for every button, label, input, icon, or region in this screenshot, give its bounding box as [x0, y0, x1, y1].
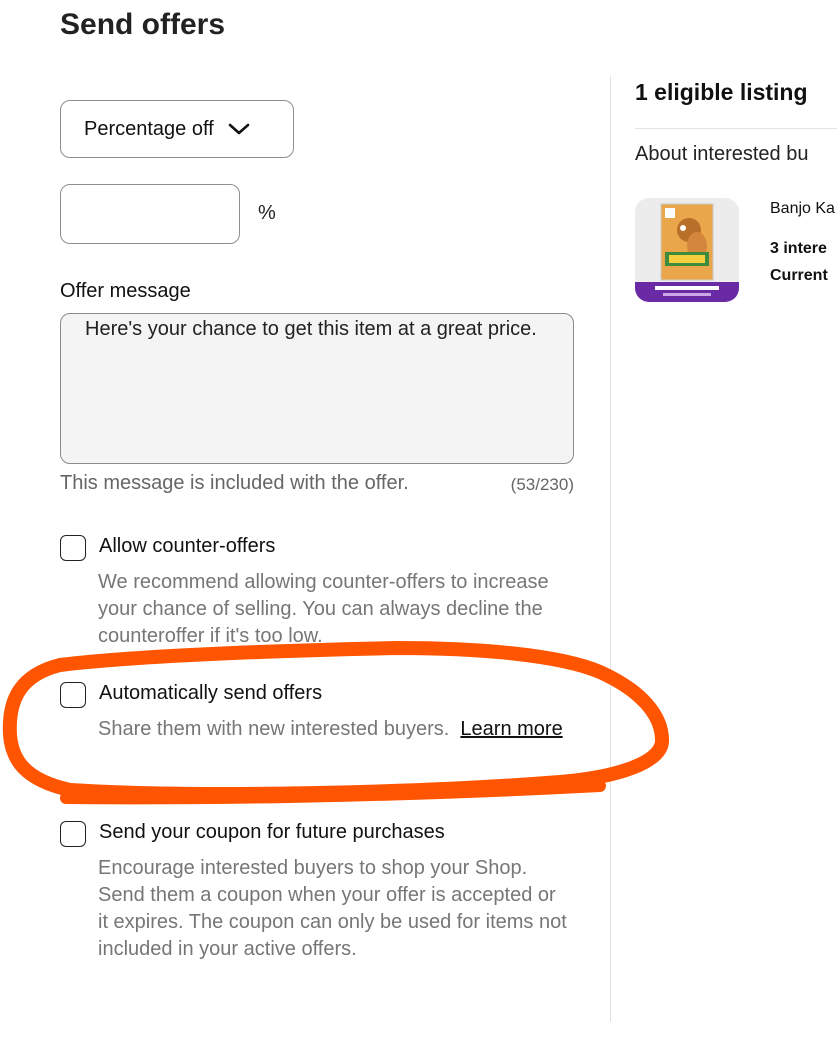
- interested-buyers-heading: About interested bu: [635, 143, 809, 165]
- coupon-checkbox[interactable]: [60, 821, 86, 847]
- percent-symbol: %: [258, 202, 276, 224]
- offer-message-label: Offer message: [60, 280, 191, 302]
- eligible-listings-heading: 1 eligible listing: [635, 79, 808, 105]
- discount-type-value: Percentage off: [84, 117, 214, 140]
- page-title: Send offers: [60, 8, 226, 41]
- coupon-label[interactable]: Send your coupon for future purchases: [99, 821, 445, 844]
- listing-thumbnail[interactable]: [635, 198, 739, 302]
- listing-title[interactable]: Banjo Ka: [770, 200, 835, 218]
- counter-offers-checkbox[interactable]: [60, 535, 86, 561]
- learn-more-link[interactable]: Learn more: [460, 718, 562, 740]
- section-divider: [98, 790, 574, 791]
- auto-send-checkbox[interactable]: [60, 682, 86, 708]
- counter-offers-description: We recommend allowing counter-offers to …: [98, 571, 549, 647]
- listing-current-price: Current: [770, 267, 828, 284]
- offer-message-textarea[interactable]: Here's your chance to get this item at a…: [60, 313, 574, 464]
- auto-send-label[interactable]: Automatically send offers: [99, 682, 322, 705]
- send-offers-page: Send offers Percentage off % Offer messa…: [0, 0, 837, 1054]
- auto-send-description-text: Share them with new interested buyers.: [98, 718, 450, 740]
- char-counter: (53/230): [510, 475, 574, 494]
- listing-interested-count: 3 intere: [770, 240, 827, 257]
- auto-send-description: Share them with new interested buyers. L…: [98, 716, 568, 743]
- discount-type-dropdown[interactable]: Percentage off: [60, 100, 294, 158]
- sidebar-divider: [635, 128, 837, 129]
- coupon-description: Encourage interested buyers to shop your…: [98, 857, 567, 960]
- column-divider: [610, 76, 611, 1022]
- chevron-down-icon: [228, 122, 250, 136]
- counter-offers-label[interactable]: Allow counter-offers: [99, 535, 275, 558]
- offer-message-helper: This message is included with the offer.: [60, 472, 409, 494]
- percent-input[interactable]: [60, 184, 240, 244]
